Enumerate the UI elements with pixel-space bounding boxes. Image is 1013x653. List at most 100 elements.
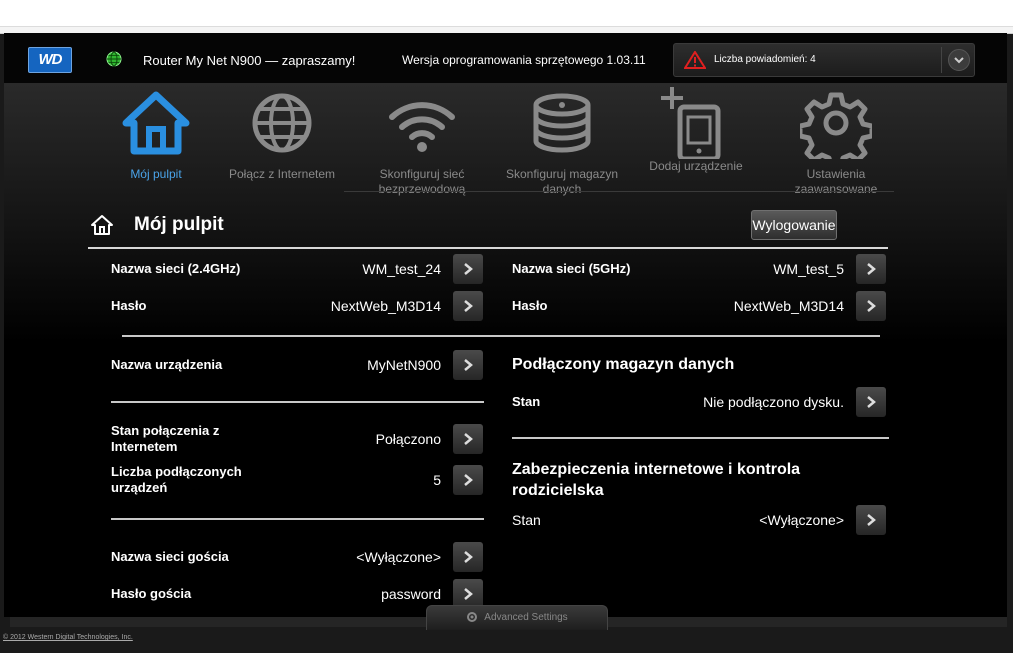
chevron-right-icon [867, 514, 876, 526]
nav-add-device[interactable]: Dodaj urządzenie [630, 87, 762, 174]
storage-icon [533, 93, 591, 153]
network-24-label: Nazwa sieci (2.4GHz) [111, 261, 241, 276]
advanced-settings-label: Advanced Settings [484, 612, 568, 623]
nav-connect-internet[interactable]: Połącz z Internetem [216, 87, 348, 182]
main-content: Mój pulpit Połącz z Internetem Skonfigur… [4, 83, 1007, 617]
network-24-arrow-button[interactable] [453, 254, 483, 284]
nav-my-dashboard[interactable]: Mój pulpit [90, 87, 222, 182]
chevron-right-icon [867, 263, 876, 275]
password-24-label: Hasło [111, 298, 147, 313]
internet-status-value: Połączono [375, 431, 441, 447]
connected-devices-row: Liczba podłączonych urządzeń 5 [111, 464, 483, 496]
storage-status-row: Stan Nie podłączono dysku. [512, 386, 886, 418]
nav-configure-storage[interactable]: Skonfiguruj magazyn danych [496, 87, 628, 197]
browser-address-area [0, 0, 1013, 27]
network-5-value: WM_test_5 [773, 261, 844, 277]
chevron-down-icon [954, 57, 964, 64]
gear-icon [800, 92, 872, 159]
nav-configure-wireless[interactable]: Skonfiguruj sieć bezprzewodową [356, 87, 488, 197]
section-divider [122, 335, 880, 337]
security-status-row: Stan <Wyłączone> [512, 504, 886, 536]
chevron-right-icon [464, 263, 473, 275]
device-name-arrow-button[interactable] [453, 350, 483, 380]
network-5-row: Nazwa sieci (5GHz) WM_test_5 [512, 253, 886, 285]
network-5-label: Nazwa sieci (5GHz) [512, 261, 631, 276]
connected-devices-arrow-button[interactable] [453, 465, 483, 495]
storage-status-arrow-button[interactable] [856, 387, 886, 417]
advanced-settings-tab[interactable]: Advanced Settings [426, 605, 608, 630]
chevron-right-icon [867, 300, 876, 312]
storage-status-value: Nie podłączono dysku. [703, 394, 844, 410]
globe-icon [252, 93, 312, 153]
chevron-right-icon [464, 433, 473, 445]
guest-password-row: Hasło gościa password [111, 578, 483, 610]
chevron-right-icon [867, 396, 876, 408]
nav-label: Dodaj urządzenie [649, 159, 743, 173]
section-divider [111, 401, 484, 403]
password-5-row: Hasło NextWeb_M3D14 [512, 290, 886, 322]
notifications-dropdown-button[interactable] [948, 49, 970, 71]
nav-divider [344, 191, 894, 192]
password-5-value: NextWeb_M3D14 [733, 298, 844, 314]
home-icon [91, 215, 113, 235]
internet-status-row: Stan połączenia z Internetem Połączono [111, 423, 483, 455]
title-divider [88, 247, 888, 249]
notifications-divider [941, 47, 942, 73]
gear-icon [467, 612, 478, 623]
password-24-arrow-button[interactable] [453, 291, 483, 321]
wd-logo: WD [28, 47, 72, 73]
logout-button[interactable]: Wylogowanie [751, 210, 837, 240]
network-24-value: WM_test_24 [362, 261, 441, 277]
device-name-label: Nazwa urządzenia [111, 357, 223, 372]
password-5-label: Hasło [512, 298, 548, 313]
notifications-panel[interactable]: Liczba powiadomień: 4 [673, 43, 975, 77]
password-5-arrow-button[interactable] [856, 291, 886, 321]
guest-network-value: <Wyłączone> [356, 549, 441, 565]
storage-section-title: Podłączony magazyn danych [512, 356, 735, 373]
chevron-right-icon [464, 551, 473, 563]
nav-label: Skonfiguruj sieć bezprzewodową [378, 167, 466, 196]
chevron-right-icon [464, 300, 473, 312]
device-name-row: Nazwa urządzenia MyNetN900 [111, 349, 483, 381]
top-bar: WD Router My Net N900 — zapraszamy! Wers… [4, 33, 1007, 83]
internet-status-label: Stan połączenia z Internetem [111, 423, 220, 454]
security-status-value: <Wyłączone> [759, 512, 844, 528]
nav-label: Skonfiguruj magazyn danych [505, 167, 619, 196]
connected-devices-value: 5 [433, 472, 441, 488]
wifi-icon [389, 102, 455, 152]
firmware-version: Wersja oprogramowania sprzętowego 1.03.1… [402, 53, 646, 67]
nav-label: Ustawienia zaawansowane [794, 167, 878, 196]
password-24-value: NextWeb_M3D14 [330, 298, 441, 314]
device-name-value: MyNetN900 [367, 357, 441, 373]
security-section-title: Zabezpieczenia internetowe i kontrola rod… [512, 461, 801, 499]
section-divider [512, 437, 889, 439]
password-24-row: Hasło NextWeb_M3D14 [111, 290, 483, 322]
welcome-text: Router My Net N900 — zapraszamy! [143, 53, 356, 68]
internet-status-arrow-button[interactable] [453, 424, 483, 454]
notifications-count: Liczba powiadomień: 4 [714, 54, 816, 65]
nav-label: Połącz z Internetem [228, 167, 336, 181]
warning-icon [684, 51, 706, 69]
security-status-label: Stan [512, 512, 541, 528]
network-5-arrow-button[interactable] [856, 254, 886, 284]
guest-network-label: Nazwa sieci gościa [111, 549, 229, 564]
guest-password-value: password [381, 586, 441, 602]
browser-chrome [0, 0, 1013, 34]
chevron-right-icon [464, 359, 473, 371]
guest-network-row: Nazwa sieci gościa <Wyłączone> [111, 541, 483, 573]
network-24-row: Nazwa sieci (2.4GHz) WM_test_24 [111, 253, 483, 285]
home-icon [122, 91, 190, 155]
add-device-icon [661, 87, 721, 159]
chevron-right-icon [464, 588, 473, 600]
storage-status-label: Stan [512, 394, 541, 409]
section-divider [111, 518, 484, 520]
page-title: Mój pulpit [134, 214, 224, 235]
security-status-arrow-button[interactable] [856, 505, 886, 535]
guest-network-arrow-button[interactable] [453, 542, 483, 572]
copyright-link[interactable]: © 2012 Western Digital Technologies, Inc… [3, 634, 133, 641]
nav-advanced-settings[interactable]: Ustawienia zaawansowane [770, 87, 902, 197]
connected-devices-label: Liczba podłączonych urządzeń [111, 464, 242, 495]
nav-label: Mój pulpit [130, 167, 182, 181]
chevron-right-icon [464, 474, 473, 486]
globe-status-icon [106, 51, 122, 67]
